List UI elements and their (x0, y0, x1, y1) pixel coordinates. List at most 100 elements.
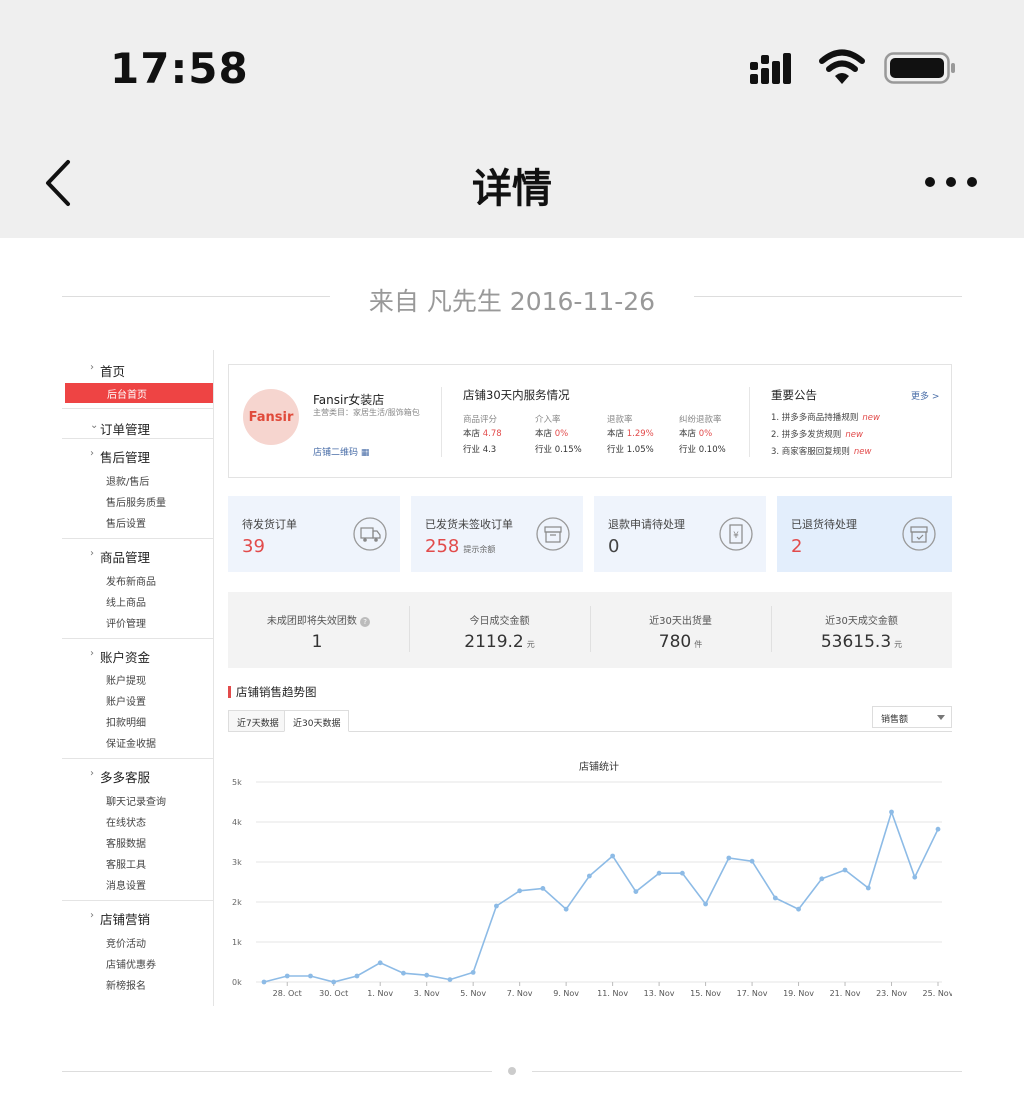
data-point (703, 901, 708, 907)
service-col: 介入率 本店 0% 行业 0.15% (535, 413, 603, 459)
sidebar-subitem[interactable]: 竞价活动 (106, 935, 146, 950)
sidebar-goods[interactable]: 商品管理 (100, 547, 150, 566)
sidebar-divider (62, 438, 214, 439)
sidebar-subitem[interactable]: 账户提现 (106, 672, 146, 687)
service-col: 纠纷退款率 本店 0% 行业 0.10% (679, 413, 747, 459)
sidebar-subitem[interactable]: 账户设置 (106, 693, 146, 708)
data-point (284, 973, 290, 979)
kpi-item: 近30天成交金额 53615.3 元 (771, 592, 952, 668)
stat-label: 已发货未签收订单 (425, 518, 513, 531)
sidebar-subitem[interactable]: 评价管理 (106, 615, 146, 630)
announcement-title: 重要公告 (771, 388, 817, 402)
sidebar-subitem[interactable]: 聊天记录查询 (106, 793, 166, 808)
svg-text:¥: ¥ (733, 531, 739, 541)
chevron-down-icon: ⌄ (90, 420, 99, 431)
stat-value: 2 (791, 536, 803, 557)
sidebar-subitem[interactable]: 售后服务质量 (106, 494, 166, 509)
cellular-signal-icon (750, 53, 791, 84)
sidebar-subitem[interactable]: 发布新商品 (106, 573, 156, 588)
service-industry: 行业 1.05% (607, 445, 654, 455)
service-store: 本店 0% (679, 429, 713, 439)
x-tick-label: 28. Oct (273, 989, 302, 998)
data-point (377, 960, 383, 966)
wifi-icon (819, 49, 865, 84)
dashboard-screenshot[interactable]: › 首页 后台首页 ⌄ 订单管理 › 售后管理 退款/售后 售后服务质量 售后设… (62, 350, 962, 1006)
refund-icon: ¥ (719, 517, 753, 551)
help-icon[interactable]: ? (360, 617, 371, 627)
sidebar-subitem[interactable]: 客服数据 (106, 835, 146, 850)
sidebar-subitem[interactable]: 在线状态 (106, 814, 146, 829)
sidebar-subitem[interactable]: 售后设置 (106, 515, 146, 530)
announcement-item[interactable]: 2. 拼多多发货规则 new (771, 428, 863, 440)
data-point (586, 873, 592, 879)
x-tick-label: 19. Nov (783, 989, 814, 998)
sidebar-subitem[interactable]: 消息设置 (106, 877, 146, 892)
shop-logo: Fansir (243, 389, 299, 445)
sidebar-subitem[interactable]: 线上商品 (106, 594, 146, 609)
more-options-icon[interactable] (924, 176, 978, 188)
return-box-icon (902, 517, 936, 551)
sidebar-subitem[interactable]: 保证金收据 (106, 735, 156, 750)
announcement-item[interactable]: 3. 商家客服回复规则 new (771, 445, 871, 457)
kpi-label: 近30天成交金额 (825, 616, 898, 627)
data-point (889, 809, 894, 815)
data-point (772, 895, 778, 901)
data-point (563, 906, 569, 912)
stat-refund-pending[interactable]: 退款申请待处理 0 ¥ (594, 496, 766, 572)
shop-qr-link[interactable]: 店铺二维码 ▦ (313, 445, 369, 458)
box-icon (536, 517, 570, 551)
sidebar-marketing[interactable]: 店铺营销 (100, 909, 150, 928)
service-header: 纠纷退款率 (679, 415, 722, 425)
data-point (354, 973, 360, 979)
x-tick-label: 15. Nov (690, 989, 721, 998)
x-tick-label: 5. Nov (460, 989, 486, 998)
trend-title: 店铺销售趋势图 (236, 685, 317, 699)
sidebar-item-dashboard[interactable]: 后台首页 (65, 383, 213, 403)
metric-select[interactable]: 销售额 (872, 706, 952, 728)
x-tick-label: 25. Nov (923, 989, 952, 998)
service-title: 店铺30天内服务情况 (463, 388, 570, 402)
sidebar-home[interactable]: 首页 (100, 361, 125, 380)
kpi-label: 未成团即将失效团数 ? (228, 612, 409, 627)
service-industry: 行业 0.15% (535, 445, 582, 455)
chevron-right-icon: › (90, 362, 94, 373)
sidebar-subitem[interactable]: 新榜报名 (106, 977, 146, 992)
stat-return-pending[interactable]: 已退货待处理 2 (777, 496, 952, 572)
sales-trend-chart: 店铺统计 0k 1k 2k 3k 4k 5k 28. Oct 30. Oct 1. Nov 3. N… (232, 760, 952, 998)
sidebar-funds[interactable]: 账户资金 (100, 647, 150, 666)
sidebar-subitem[interactable]: 扣款明细 (106, 714, 146, 729)
announcement-more-link[interactable]: 更多 > (911, 389, 939, 402)
kpi-value: 2119.2 元 (464, 632, 535, 652)
data-point (679, 870, 685, 876)
chevron-right-icon: › (90, 910, 94, 921)
announcement-item[interactable]: 1. 拼多多商品持播规则 new (771, 411, 880, 423)
x-tick-label: 7. Nov (507, 989, 533, 998)
stat-shipped-unsigned[interactable]: 已发货未签收订单 258 提示余额 (411, 496, 583, 572)
main-content: Fansir Fansir女装店 主营类目：家居生活/服饰箱包 店铺二维码 ▦ … (228, 350, 952, 1006)
tab-30-days[interactable]: 近30天数据 (284, 710, 350, 732)
x-tick-label: 17. Nov (737, 989, 768, 998)
caret-down-icon (937, 715, 945, 720)
service-store: 本店 4.78 (463, 429, 502, 439)
sidebar-subitem[interactable]: 退款/售后 (106, 473, 149, 488)
sidebar-subitem[interactable]: 店铺优惠券 (106, 956, 156, 971)
chevron-right-icon: › (90, 648, 94, 659)
sidebar-divider (62, 758, 214, 759)
sidebar-cs[interactable]: 多多客服 (100, 767, 150, 786)
service-header: 介入率 (535, 415, 561, 425)
divider-right (694, 296, 962, 297)
sidebar-aftersale[interactable]: 售后管理 (100, 447, 150, 466)
tab-7-days[interactable]: 近7天数据 (228, 710, 288, 732)
data-point (308, 973, 313, 979)
data-point (842, 867, 848, 873)
kpi-panel: 未成团即将失效团数 ? 1 今日成交金额 2119.2 元 近30天出货量 780… (228, 592, 952, 668)
y-tick-label: 5k (232, 778, 242, 787)
sidebar-subitem[interactable]: 客服工具 (106, 856, 146, 871)
data-point (935, 826, 941, 832)
stat-pending-shipment[interactable]: 待发货订单 39 (228, 496, 400, 572)
x-tick-label: 23. Nov (876, 989, 907, 998)
status-time: 17:58 (110, 44, 249, 93)
data-point (633, 889, 639, 894)
service-header: 退款率 (607, 415, 633, 425)
sidebar-order-mgmt[interactable]: 订单管理 (100, 419, 150, 438)
